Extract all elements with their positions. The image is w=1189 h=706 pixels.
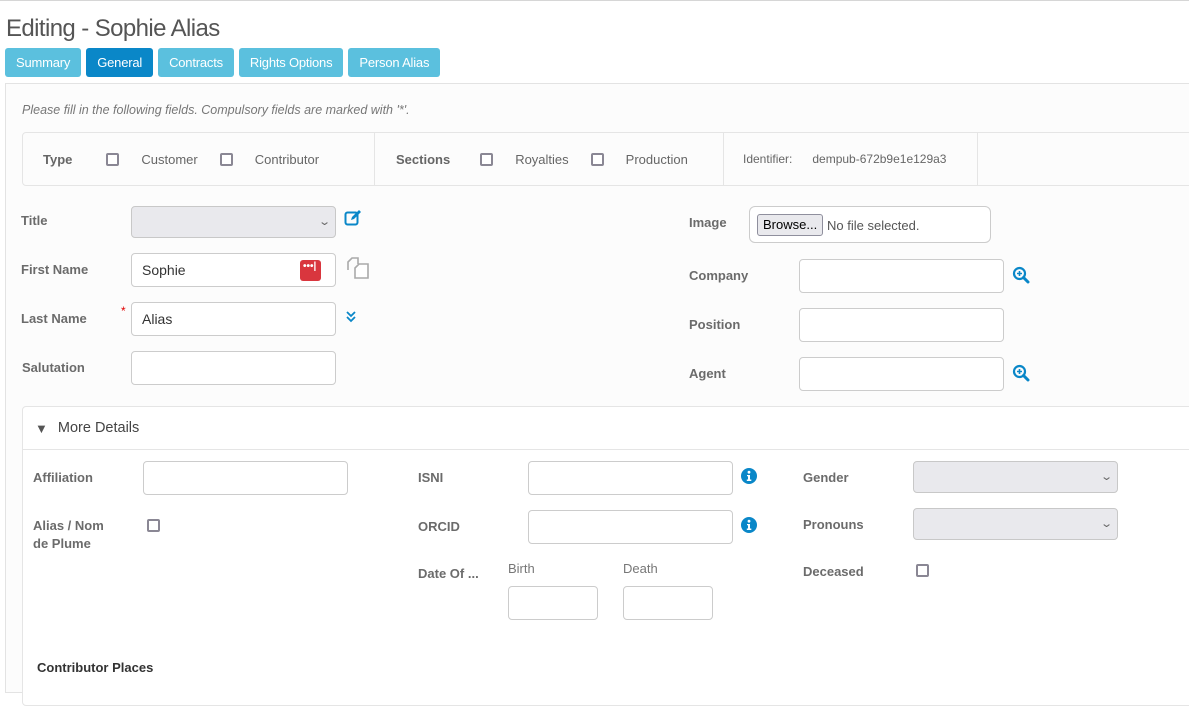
type-sections-bar: Type Customer Contributor Sections Royal… bbox=[22, 132, 1189, 186]
contributor-checkbox[interactable] bbox=[219, 152, 233, 166]
contributor-label: Contributor bbox=[254, 151, 320, 167]
agent-label: Agent bbox=[689, 366, 726, 381]
tab-contracts[interactable]: Contracts bbox=[158, 48, 234, 77]
salutation-input[interactable] bbox=[131, 351, 336, 385]
more-details-toggle[interactable]: ▼ More Details bbox=[23, 407, 1189, 450]
death-label: Death bbox=[623, 561, 658, 576]
birth-date-input[interactable] bbox=[508, 586, 598, 620]
info-icon[interactable] bbox=[741, 468, 757, 484]
royalties-label: Royalties bbox=[515, 151, 569, 167]
royalties-checkbox[interactable] bbox=[480, 152, 494, 166]
affiliation-input[interactable] bbox=[143, 461, 348, 495]
browse-button[interactable]: Browse... bbox=[757, 214, 824, 236]
form-hint: Please fill in the following fields. Com… bbox=[22, 103, 410, 117]
file-status: No file selected. bbox=[827, 218, 920, 233]
chevron-down-icon: ⌄ bbox=[317, 216, 331, 228]
tab-bar: Summary General Contracts Rights Options… bbox=[5, 48, 441, 77]
company-label: Company bbox=[689, 268, 749, 283]
tab-person-alias[interactable]: Person Alias bbox=[348, 48, 441, 77]
agent-input[interactable] bbox=[799, 357, 1004, 391]
pronouns-label: Pronouns bbox=[803, 517, 864, 532]
position-label: Position bbox=[689, 317, 741, 332]
zoom-in-icon[interactable] bbox=[1012, 364, 1030, 382]
production-label: Production bbox=[625, 151, 688, 167]
position-input[interactable] bbox=[799, 308, 1004, 342]
chevron-down-icon: ⌄ bbox=[1099, 518, 1113, 530]
isni-label: ISNI bbox=[418, 470, 444, 485]
salutation-label: Salutation bbox=[22, 360, 85, 375]
identifier-label: Identifier: bbox=[743, 152, 793, 166]
image-file-input[interactable]: Browse... No file selected. bbox=[749, 206, 991, 243]
contributor-places-heading: Contributor Places bbox=[37, 660, 154, 675]
more-details-panel: ▼ More Details Affiliation Alias / Nom d… bbox=[22, 406, 1189, 706]
type-label: Type bbox=[43, 151, 73, 167]
tab-general[interactable]: General bbox=[86, 48, 154, 77]
last-name-label: Last Name bbox=[21, 311, 87, 326]
alias-label-line1: Alias / Nom bbox=[33, 518, 104, 533]
general-form-panel: Please fill in the following fields. Com… bbox=[5, 83, 1189, 706]
chevron-down-icon: ⌄ bbox=[1099, 471, 1113, 483]
image-label: Image bbox=[689, 215, 727, 230]
alias-label: Alias / Nom de Plume bbox=[33, 517, 104, 553]
birth-label: Birth bbox=[508, 561, 535, 576]
more-details-header: More Details bbox=[57, 420, 140, 436]
identifier-value: dempub-672b9e1e129a3 bbox=[812, 152, 947, 166]
deceased-checkbox[interactable] bbox=[916, 564, 929, 577]
affiliation-label: Affiliation bbox=[33, 470, 93, 485]
zoom-in-icon[interactable] bbox=[1012, 266, 1030, 284]
alias-label-line2: de Plume bbox=[33, 536, 91, 551]
tab-rights-options[interactable]: Rights Options bbox=[238, 48, 344, 77]
tab-summary[interactable]: Summary bbox=[5, 48, 82, 77]
caret-down-icon: ▼ bbox=[35, 420, 48, 436]
deceased-label: Deceased bbox=[803, 564, 864, 579]
required-marker: * bbox=[121, 304, 126, 318]
type-group: Type Customer Contributor bbox=[23, 133, 375, 185]
sections-group: Sections Royalties Production bbox=[375, 133, 724, 185]
page-title: Editing - Sophie Alias bbox=[6, 15, 220, 42]
copy-icon[interactable] bbox=[346, 256, 370, 280]
orcid-input[interactable] bbox=[528, 510, 733, 544]
production-checkbox[interactable] bbox=[590, 152, 604, 166]
orcid-label: ORCID bbox=[418, 519, 460, 534]
password-manager-icon[interactable]: •••| bbox=[300, 260, 321, 281]
edit-icon[interactable] bbox=[344, 209, 362, 226]
gender-select[interactable]: ⌄ bbox=[913, 461, 1118, 493]
customer-label: Customer bbox=[141, 151, 198, 167]
double-chevron-down-icon[interactable] bbox=[345, 311, 357, 323]
title-label: Title bbox=[21, 213, 48, 228]
company-input[interactable] bbox=[799, 259, 1004, 293]
death-date-input[interactable] bbox=[623, 586, 713, 620]
customer-checkbox[interactable] bbox=[106, 152, 120, 166]
isni-input[interactable] bbox=[528, 461, 733, 495]
sections-label: Sections bbox=[396, 151, 451, 167]
alias-checkbox[interactable] bbox=[147, 519, 160, 532]
identifier-group: Identifier: dempub-672b9e1e129a3 bbox=[724, 133, 978, 185]
first-name-label: First Name bbox=[21, 262, 89, 277]
date-of-label: Date Of ... bbox=[418, 566, 479, 581]
pronouns-select[interactable]: ⌄ bbox=[913, 508, 1118, 540]
info-icon[interactable] bbox=[741, 517, 757, 533]
last-name-input[interactable]: Alias bbox=[131, 302, 336, 336]
gender-label: Gender bbox=[803, 470, 849, 485]
title-select[interactable]: ⌄ bbox=[131, 206, 336, 238]
